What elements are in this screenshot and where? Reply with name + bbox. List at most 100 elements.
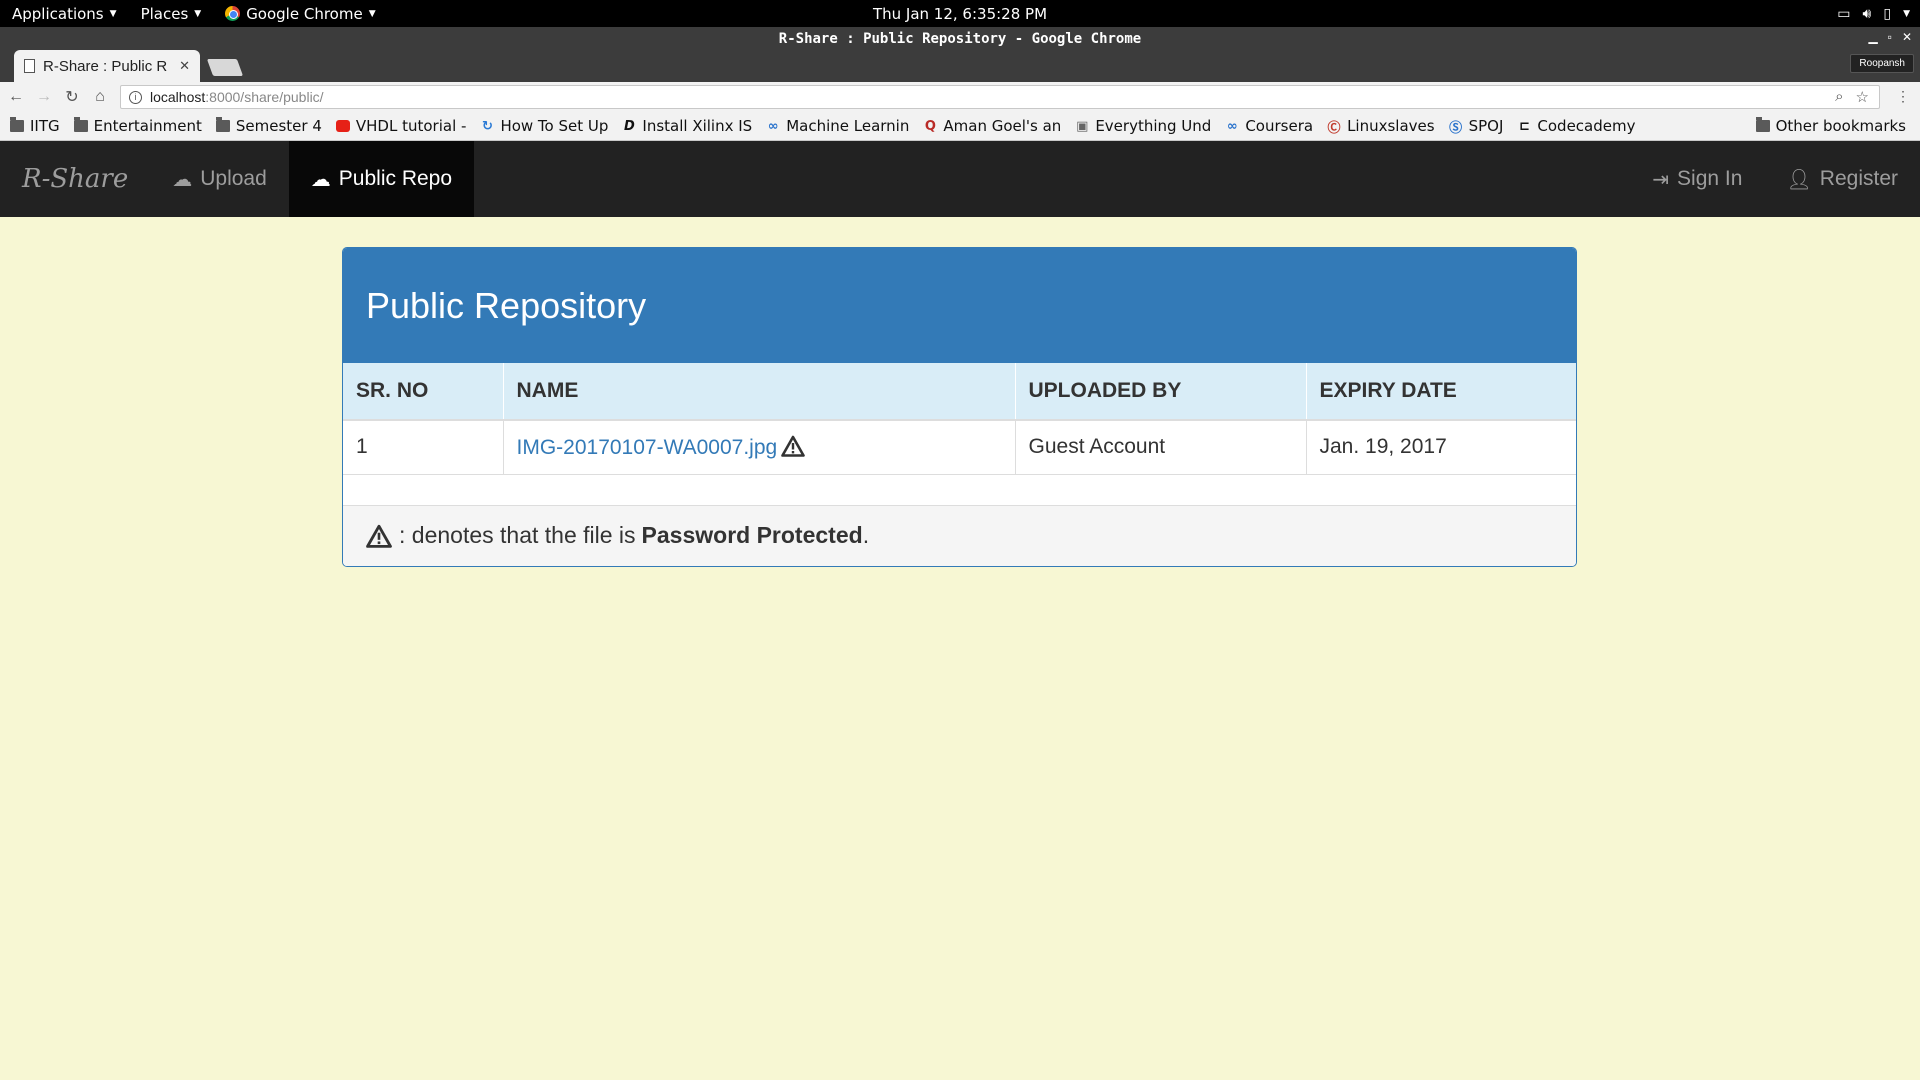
- bookmark-coursera[interactable]: ∞ Coursera: [1225, 117, 1313, 135]
- browser-tab[interactable]: R-Share : Public R ✕: [14, 50, 200, 82]
- folder-icon: [1755, 117, 1770, 132]
- minimize-icon[interactable]: ▁: [1868, 30, 1877, 44]
- bookmark-machine-learning[interactable]: ∞ Machine Learnin: [766, 117, 910, 135]
- bookmarks-bar: IITG Entertainment Semester 4 VHDL tutor…: [0, 112, 1920, 141]
- log-in-icon: ⇥: [1652, 168, 1670, 191]
- applications-label: Applications: [12, 4, 104, 23]
- user-icon: 👤︎: [1786, 168, 1812, 191]
- applications-menu[interactable]: Applications ▼: [0, 0, 129, 27]
- youtube-icon: [335, 120, 350, 132]
- home-icon[interactable]: ⌂: [88, 88, 112, 106]
- cell-sr-no: 1: [343, 420, 504, 475]
- site-favicon-icon: ▣: [1076, 118, 1089, 134]
- window-title-bar: R-Share : Public Repository - Google Chr…: [0, 27, 1920, 82]
- codecademy-icon: ⊏: [1518, 118, 1530, 134]
- nav-upload-label: Upload: [200, 167, 267, 190]
- maximize-icon[interactable]: ▫: [1888, 30, 1892, 44]
- clock[interactable]: Thu Jan 12, 6:35:28 PM: [873, 5, 1047, 23]
- active-app-menu[interactable]: Google Chrome ▼: [213, 0, 387, 27]
- info-icon[interactable]: i: [129, 90, 142, 104]
- panel-heading: Public Repository: [343, 248, 1576, 363]
- bookmark-label: Codecademy: [1537, 117, 1636, 135]
- browser-toolbar: ← → ↻ ⌂ i localhost:8000/share/public/ ⌕…: [0, 82, 1920, 112]
- d-favicon-icon: D: [623, 118, 635, 134]
- cell-expiry-date: Jan. 19, 2017: [1306, 420, 1576, 475]
- coursera-icon: ∞: [1226, 118, 1238, 134]
- close-window-icon[interactable]: ✕: [1902, 30, 1912, 44]
- footer-text: : denotes that the file is: [399, 522, 636, 548]
- close-tab-icon[interactable]: ✕: [179, 58, 190, 74]
- column-header: UPLOADED BY: [1015, 363, 1307, 421]
- active-app-label: Google Chrome: [246, 4, 363, 23]
- bookmark-codecademy[interactable]: ⊏ Codecademy: [1517, 117, 1636, 135]
- reload-icon[interactable]: ↻: [60, 87, 84, 107]
- cloud-icon: ☁: [310, 168, 331, 191]
- forward-icon[interactable]: →: [32, 88, 56, 106]
- bookmark-label: Linuxslaves: [1347, 117, 1435, 135]
- table-row: 1 IMG-20170107-WA0007.jpg Guest Account …: [343, 420, 1576, 475]
- bookmark-label: Install Xilinx IS: [642, 117, 753, 135]
- bookmark-label: How To Set Up: [500, 117, 609, 135]
- nav-register-label: Register: [1819, 167, 1898, 190]
- places-menu[interactable]: Places ▼: [129, 0, 214, 27]
- nav-upload[interactable]: ☁ Upload: [150, 141, 289, 217]
- warning-icon: [366, 524, 392, 548]
- files-table: SR. NO NAME UPLOADED BY EXPIRY DATE 1 IM…: [343, 363, 1576, 475]
- screen-icon: ▭: [1837, 5, 1851, 22]
- footer-bold-text: Password Protected: [641, 522, 863, 548]
- url-host: localhost: [150, 89, 206, 105]
- back-icon[interactable]: ←: [4, 88, 28, 106]
- brand-logo[interactable]: R-Share: [0, 141, 150, 217]
- public-repository-panel: Public Repository SR. NO NAME UPLOADED B…: [342, 247, 1577, 567]
- bookmark-label: VHDL tutorial -: [355, 117, 467, 135]
- window-title: R-Share : Public Repository - Google Chr…: [778, 31, 1142, 47]
- window-controls: ▁ ▫ ✕: [1868, 30, 1912, 44]
- bookmark-label: Aman Goel's an: [943, 117, 1062, 135]
- star-icon[interactable]: ☆: [1856, 88, 1869, 106]
- caret-down-icon: ▼: [368, 8, 376, 19]
- caret-down-icon: ▼: [1903, 8, 1910, 19]
- folder-icon: [215, 117, 230, 132]
- caret-down-icon: ▼: [194, 8, 202, 19]
- bookmark-vhdl[interactable]: VHDL tutorial -: [335, 117, 467, 135]
- nav-public-repo-label: Public Repo: [338, 167, 453, 190]
- menu-icon[interactable]: ⋮: [1896, 88, 1910, 105]
- system-tray[interactable]: ▭ 🔊︎ ▯ ▼: [1837, 0, 1910, 27]
- coursera-icon: ∞: [767, 118, 779, 134]
- cell-name: IMG-20170107-WA0007.jpg: [503, 420, 1016, 475]
- profile-button[interactable]: Roopansh: [1850, 54, 1914, 73]
- address-bar[interactable]: i localhost:8000/share/public/ ⌕ ☆: [120, 85, 1880, 109]
- tab-title: R-Share : Public R: [43, 57, 168, 75]
- linuxslaves-icon: Ⓒ: [1327, 120, 1341, 136]
- bookmark-label: IITG: [30, 117, 60, 135]
- bookmark-entertainment[interactable]: Entertainment: [73, 117, 202, 135]
- file-link[interactable]: IMG-20170107-WA0007.jpg: [517, 436, 778, 459]
- bookmark-label: Semester 4: [235, 117, 322, 135]
- folder-icon: [73, 117, 88, 132]
- bookmark-other[interactable]: Other bookmarks: [1755, 117, 1906, 135]
- bookmark-label: Everything Und: [1095, 117, 1212, 135]
- bookmark-linuxslaves[interactable]: Ⓒ Linuxslaves: [1327, 117, 1435, 136]
- nav-public-repo[interactable]: ☁ Public Repo: [288, 141, 475, 217]
- quora-icon: Q: [924, 118, 936, 134]
- column-header: EXPIRY DATE: [1306, 363, 1576, 421]
- url-path: :8000/share/public/: [205, 89, 324, 105]
- bookmark-iitg[interactable]: IITG: [10, 117, 60, 135]
- bookmark-label: Machine Learnin: [786, 117, 910, 135]
- table-spacer: [343, 475, 1576, 506]
- bookmark-spoj[interactable]: Ⓢ SPOJ: [1449, 117, 1503, 136]
- bookmark-label: Coursera: [1245, 117, 1314, 135]
- caret-down-icon: ▼: [109, 8, 117, 19]
- bookmark-aman-goel[interactable]: Q Aman Goel's an: [923, 117, 1061, 135]
- nav-sign-in[interactable]: ⇥ Sign In: [1630, 141, 1764, 217]
- bookmark-everything[interactable]: ▣ Everything Und: [1075, 117, 1211, 135]
- bookmark-install-xilinx[interactable]: D Install Xilinx IS: [622, 117, 752, 135]
- column-header: SR. NO: [343, 363, 504, 421]
- nav-register[interactable]: 👤︎ Register: [1764, 141, 1920, 217]
- bookmark-semester-4[interactable]: Semester 4: [215, 117, 322, 135]
- bookmark-how-to-set-up[interactable]: ↻ How To Set Up: [480, 117, 608, 135]
- places-label: Places: [140, 4, 189, 23]
- page-icon: [24, 59, 35, 73]
- new-tab-button[interactable]: [206, 59, 244, 76]
- zoom-icon[interactable]: ⌕: [1835, 88, 1843, 106]
